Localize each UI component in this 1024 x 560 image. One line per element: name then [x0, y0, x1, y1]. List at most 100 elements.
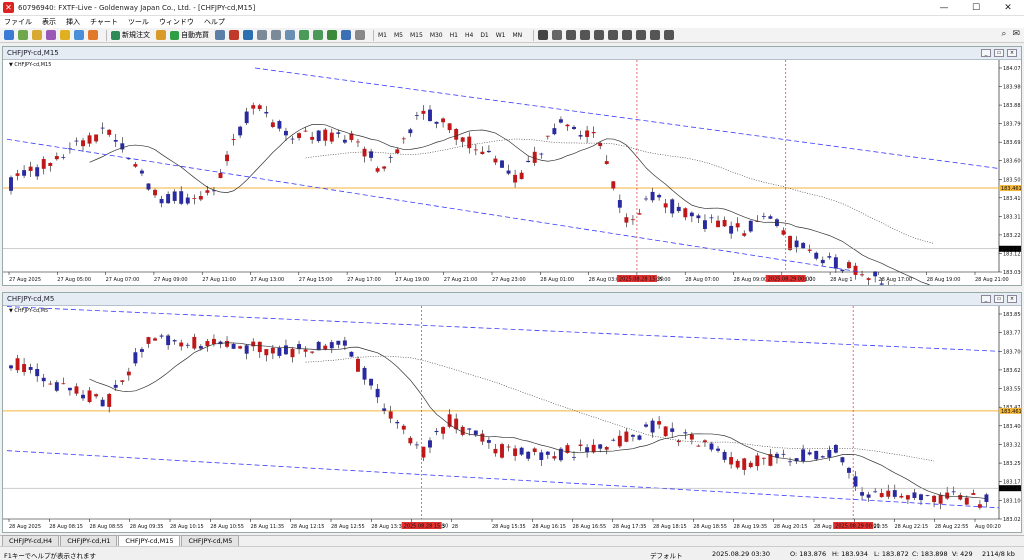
chart-close-icon[interactable]: ×	[1007, 295, 1017, 303]
market-watch-icon[interactable]	[32, 30, 42, 40]
minimize-icon[interactable]: —	[928, 0, 960, 16]
close-icon[interactable]: ✕	[992, 0, 1024, 16]
chart-window-title: CHFJPY-cd,M15 _ ▭ ×	[3, 47, 1021, 60]
chart-minimize-icon[interactable]: _	[981, 295, 991, 303]
candle-bearish	[532, 151, 537, 163]
channel-icon[interactable]	[608, 30, 619, 40]
auto-trade-button[interactable]: 自動売買	[170, 30, 209, 40]
candle-bearish	[205, 341, 210, 346]
tab-chfjpy-m15[interactable]: CHFJPY-cd,M15	[118, 535, 181, 546]
chart-window-m5[interactable]: CHFJPY-cd,M5 _ ▭ × ▼ CHFJPY-cd,M5 183.850…	[2, 292, 1022, 533]
cursor-icon[interactable]	[538, 30, 549, 40]
candle-bullish	[709, 443, 714, 450]
timeframe-h4[interactable]: H4	[465, 32, 473, 39]
new-order-button[interactable]: 新規注文	[111, 30, 150, 40]
search-icon[interactable]: ⌕	[1001, 29, 1006, 39]
candle-bearish	[578, 444, 583, 446]
crosshair-icon[interactable]	[552, 30, 563, 40]
candle-bearish	[532, 448, 537, 453]
label-icon[interactable]	[650, 30, 661, 40]
vertical-time-label: 2025.08.28 15:30	[619, 277, 664, 283]
tile-windows-icon[interactable]	[285, 30, 295, 40]
candle-bullish	[545, 451, 550, 455]
horizontal-line-icon[interactable]	[580, 30, 591, 40]
fibonacci-icon[interactable]	[622, 30, 633, 40]
menu-help[interactable]: ヘルプ	[204, 17, 225, 27]
time-tick-label: 27 Aug 23:00	[492, 277, 526, 283]
templates-icon[interactable]	[355, 30, 365, 40]
timeframe-mn[interactable]: MN	[513, 32, 523, 39]
vertical-time-label: 2025.08.28 15:30	[404, 524, 449, 530]
candle-bullish	[820, 456, 825, 458]
candle-bullish	[244, 345, 249, 354]
timeframe-m15[interactable]: M15	[410, 32, 423, 39]
candle-bearish	[153, 189, 157, 196]
chart-restore-icon[interactable]: ▭	[994, 295, 1004, 303]
toolbar-separator	[373, 29, 374, 41]
candle-bearish	[493, 158, 498, 163]
menu-window[interactable]: ウィンドウ	[159, 17, 194, 27]
timeframe-m5[interactable]: M5	[394, 32, 403, 39]
time-tick-label: 28 Aug 21:00	[975, 277, 1009, 283]
arrows-icon[interactable]	[664, 30, 675, 40]
chart-close-icon[interactable]: ×	[1007, 49, 1017, 57]
candle-bullish	[9, 177, 13, 191]
vertical-line-icon[interactable]	[566, 30, 577, 40]
timeframe-m1[interactable]: M1	[378, 32, 387, 39]
chat-icon[interactable]: ✉	[1012, 29, 1020, 39]
new-chart-icon[interactable]	[4, 30, 14, 40]
zoom-in-icon[interactable]	[257, 30, 267, 40]
tab-chfjpy-h1[interactable]: CHFJPY-cd,H1	[60, 535, 118, 546]
chart-minimize-icon[interactable]: _	[981, 49, 991, 57]
terminal-icon[interactable]	[74, 30, 84, 40]
price-chart-m15[interactable]: ▼ CHFJPY-cd,M15 184.075 183.980 183.885 183.…	[3, 60, 1021, 285]
candle-bearish	[696, 445, 701, 447]
candle-bearish	[146, 337, 151, 344]
candle-bearish	[860, 274, 865, 276]
time-tick-label: 28 Aug 16:55	[573, 524, 607, 530]
candle-bullish	[54, 382, 59, 391]
data-window-icon[interactable]	[46, 30, 56, 40]
profiles-icon[interactable]	[18, 30, 28, 40]
candlestick-icon[interactable]	[229, 30, 239, 40]
indicators-icon[interactable]	[327, 30, 337, 40]
price-tick-label: 183.600	[1003, 159, 1021, 165]
timeframe-d1[interactable]: D1	[480, 32, 488, 39]
line-chart-icon[interactable]	[243, 30, 253, 40]
timeframe-m30[interactable]: M30	[430, 32, 443, 39]
time-tick-label: 27 Aug 17:00	[347, 277, 381, 283]
candle-bullish	[801, 242, 806, 249]
tester-icon[interactable]	[88, 30, 98, 40]
text-icon[interactable]	[636, 30, 647, 40]
maximize-icon[interactable]: ☐	[960, 0, 992, 16]
zoom-out-icon[interactable]	[271, 30, 281, 40]
time-tick-label: 28 Aug 19:35	[734, 524, 768, 530]
menu-chart[interactable]: チャート	[90, 17, 118, 27]
menu-insert[interactable]: 挿入	[66, 17, 80, 27]
price-tick-label: 183.400	[1003, 424, 1021, 430]
candle-bearish	[493, 448, 498, 454]
candle-bullish	[572, 126, 576, 129]
toolbar: 新規注文 自動売買 M1 M5 M15 M30 H1 H4 D1 W1 MN ⌕…	[0, 28, 1024, 43]
periods-icon[interactable]	[341, 30, 351, 40]
candle-bullish	[617, 200, 622, 208]
chart-shift-icon[interactable]	[313, 30, 323, 40]
timeframe-h1[interactable]: H1	[450, 32, 458, 39]
navigator-icon[interactable]	[60, 30, 70, 40]
candle-bearish	[591, 132, 596, 134]
price-chart-m5[interactable]: ▼ CHFJPY-cd,M5 183.850 183.775 183.700 183.6…	[3, 306, 1021, 532]
bar-chart-icon[interactable]	[215, 30, 225, 40]
timeframe-w1[interactable]: W1	[496, 32, 506, 39]
menu-view[interactable]: 表示	[42, 17, 56, 27]
candle-bullish	[336, 132, 341, 134]
chart-restore-icon[interactable]: ▭	[994, 49, 1004, 57]
menu-file[interactable]: ファイル	[4, 17, 32, 27]
tab-chfjpy-h4[interactable]: CHFJPY-cd,H4	[2, 535, 60, 546]
candle-bullish	[172, 191, 177, 201]
chart-window-m15[interactable]: CHFJPY-cd,M15 _ ▭ × ▼ CHFJPY-cd,M15 184.0…	[2, 46, 1022, 286]
trendline-icon[interactable]	[594, 30, 605, 40]
menu-tools[interactable]: ツール	[128, 17, 149, 27]
auto-scroll-icon[interactable]	[299, 30, 309, 40]
tab-chfjpy-m5[interactable]: CHFJPY-cd,M5	[181, 535, 240, 546]
metaeditor-icon[interactable]	[156, 30, 166, 40]
